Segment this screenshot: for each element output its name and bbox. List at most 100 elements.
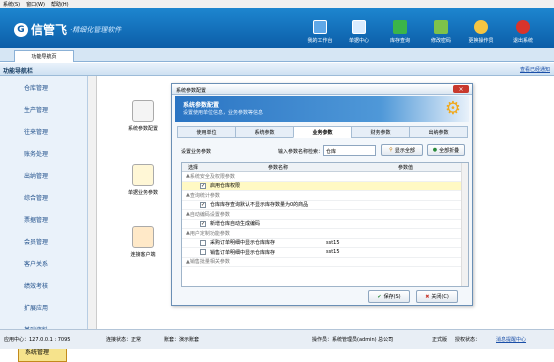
account-status: 账套：演示账套 <box>164 337 200 343</box>
close-icon <box>516 20 530 34</box>
app-slogan: ·精细化管理软件 <box>70 25 122 34</box>
connection-status: 连接状态：正常 <box>106 337 142 343</box>
document-icon <box>132 164 154 186</box>
network-icon <box>132 226 154 248</box>
sidebar-item-members[interactable]: 会员管理 <box>0 230 87 252</box>
save-button[interactable]: ✔ 保存(S) <box>368 290 410 303</box>
close-icon: ✖ <box>425 293 430 300</box>
sidebar-item-performance[interactable]: 绩效考核 <box>0 274 87 296</box>
param-checkbox[interactable]: ✓ <box>200 182 206 189</box>
sidebar-item-crm[interactable]: 客户关系 <box>0 252 87 274</box>
tab-business-params[interactable]: 业务参数 <box>293 126 352 138</box>
user-icon <box>474 20 488 34</box>
menu-window[interactable]: 窗口(W) <box>26 1 45 8</box>
tab-strip: 功能导航页 <box>0 48 554 62</box>
param-row[interactable]: 销售订单明细中显示仓库库存 sst15 <box>182 248 468 258</box>
col-param-value: 参数值 <box>398 164 414 171</box>
col-param-name: 参数名称 <box>268 164 289 171</box>
sidebar: 仓库管理 生产管理 往来管理 账务处理 出纳管理 综合管理 票据管理 会员管理 … <box>0 76 88 362</box>
menu-system[interactable]: 系统(S) <box>3 1 20 8</box>
toolbar-inventory-button[interactable]: 库存查询 <box>383 20 417 44</box>
monitor-icon <box>313 20 327 34</box>
version-status: 正式版 <box>432 337 448 343</box>
section-label: 设置业务参数 <box>181 149 212 155</box>
dialog-close-button[interactable]: × <box>453 85 469 93</box>
group-row[interactable]: ▲ 用户定制功能参数 <box>182 229 468 239</box>
param-checkbox[interactable]: ✓ <box>200 220 206 227</box>
toolbar-workbench-button[interactable]: 我的工作台 <box>303 20 337 44</box>
sidebar-item-general[interactable]: 综合管理 <box>0 186 87 208</box>
database-icon <box>132 100 154 122</box>
dialog-banner: 系统参数配置 设置使用单位信息，业务参数等信息 ⚙ <box>175 96 469 122</box>
document-icon <box>352 20 366 34</box>
group-row[interactable]: ▲ 查询统计参数 <box>182 191 468 201</box>
param-checkbox[interactable] <box>200 249 206 256</box>
param-row[interactable]: ✓ 新增仓库自动生成编码 <box>182 220 468 229</box>
app-brand: 信管飞 <box>31 23 68 37</box>
notice-link[interactable]: 查看已经通知 <box>520 66 550 73</box>
logo-icon: G <box>14 22 28 37</box>
param-value[interactable]: sst15 <box>326 249 340 255</box>
tab-finance-params[interactable]: 财务参数 <box>351 126 410 138</box>
toolbar-switch-user-button[interactable]: 更换操作员 <box>464 20 498 44</box>
app-logo: G 信管飞 ·精细化管理软件 <box>14 21 121 38</box>
tab-system-params[interactable]: 系统参数 <box>235 126 294 138</box>
close-button[interactable]: ✖ 关闭(C) <box>416 290 458 303</box>
search-input[interactable]: 仓库 <box>323 145 376 156</box>
pencil-icon <box>434 20 448 34</box>
checkmark-icon: ✔ <box>377 293 382 300</box>
menu-bar: 系统(S) 窗口(W) 帮助(H) <box>0 0 554 8</box>
collapse-all-button[interactable]: ● 全部折叠 <box>427 144 465 156</box>
params-grid: 选择 参数名称 参数值 ▲ 系统安全及权限参数 ✓ 启用仓库权限 ▲ 查询统计参数… <box>181 162 469 287</box>
app-header: G 信管飞 ·精细化管理软件 我的工作台 单据中心 库存查询 修改密码 更换操作… <box>0 8 554 48</box>
dialog-title: 系统参数配置 <box>172 84 472 95</box>
param-row[interactable]: 采购订单明细中显示仓库库存 sst15 <box>182 239 468 248</box>
sidebar-item-bills[interactable]: 票据管理 <box>0 208 87 230</box>
magnifier-icon: ⚲ <box>389 147 393 153</box>
sidebar-item-finance[interactable]: 账务处理 <box>0 142 87 164</box>
group-row[interactable]: ▲ 销售批量相关参数 <box>182 258 468 267</box>
show-all-button[interactable]: ⚲ 显示全部 <box>381 144 423 156</box>
toolbar-documents-button[interactable]: 单据中心 <box>342 20 376 44</box>
sidebar-item-production[interactable]: 生产管理 <box>0 98 87 120</box>
tab-company[interactable]: 使用单位 <box>177 126 236 138</box>
close-icon: × <box>458 85 464 93</box>
sidebar-item-accounts[interactable]: 往来管理 <box>0 120 87 142</box>
param-value[interactable]: sst15 <box>326 240 340 246</box>
sidebar-item-extensions[interactable]: 扩展应用 <box>0 296 87 318</box>
tab-function-nav[interactable]: 功能导航页 <box>14 50 74 62</box>
group-row[interactable]: ▲ 自动编码设置参数 <box>182 210 468 220</box>
system-params-shortcut[interactable]: 系统参数配置 <box>113 100 173 132</box>
connect-client-shortcut[interactable]: 连接客户端 <box>113 226 173 258</box>
col-select: 选择 <box>188 164 199 171</box>
search-bar: 设置业务参数 输入参数名称检索： 仓库 ⚲ 显示全部 ● 全部折叠 <box>181 144 466 158</box>
toolbar-password-button[interactable]: 修改密码 <box>424 20 458 44</box>
message-center-link[interactable]: 消息提醒中心 <box>496 336 526 343</box>
menu-help[interactable]: 帮助(H) <box>51 1 69 8</box>
param-checkbox[interactable] <box>200 239 206 246</box>
tab-cashier-params[interactable]: 出纳参数 <box>409 126 468 138</box>
group-row[interactable]: ▲ 系统安全及权限参数 <box>182 172 468 182</box>
grid-header: 选择 参数名称 参数值 <box>182 163 468 172</box>
nav-title: 功能导航栏 <box>3 68 34 75</box>
banner-subtitle: 设置使用单位信息，业务参数等信息 <box>183 110 264 116</box>
search-label: 输入参数名称检索： <box>278 149 324 155</box>
sidebar-item-warehouse[interactable]: 仓库管理 <box>0 76 87 98</box>
banner-title: 系统参数配置 <box>183 102 220 109</box>
grid-scrollbar[interactable] <box>461 163 468 286</box>
param-row[interactable]: ✓ 仓库库存查询默认不显示库存数量为0的商品 <box>182 201 468 210</box>
server-status: 应用中心：127.0.0.1 : 7095 <box>4 337 71 343</box>
collapse-icon: ● <box>432 147 438 153</box>
nav-header: 功能导航栏 查看已经通知 <box>0 63 554 76</box>
sidebar-item-cashier[interactable]: 出纳管理 <box>0 164 87 186</box>
sidebar-scrollbar[interactable] <box>88 76 97 329</box>
toolbar-exit-button[interactable]: 退出系统 <box>506 20 540 44</box>
bill-params-shortcut[interactable]: 单据业务参数 <box>113 164 173 196</box>
param-checkbox[interactable]: ✓ <box>200 201 206 208</box>
gear-icon: ⚙ <box>444 98 461 119</box>
system-params-dialog: 系统参数配置 × 系统参数配置 设置使用单位信息，业务参数等信息 ⚙ 使用单位 … <box>171 83 473 306</box>
calendar-icon <box>393 20 407 34</box>
param-row[interactable]: ✓ 启用仓库权限 <box>182 181 468 191</box>
auth-status: 授权状态： <box>455 337 481 343</box>
status-bar: 应用中心：127.0.0.1 : 7095 连接状态：正常 账套：演示账套 操作… <box>0 329 554 349</box>
